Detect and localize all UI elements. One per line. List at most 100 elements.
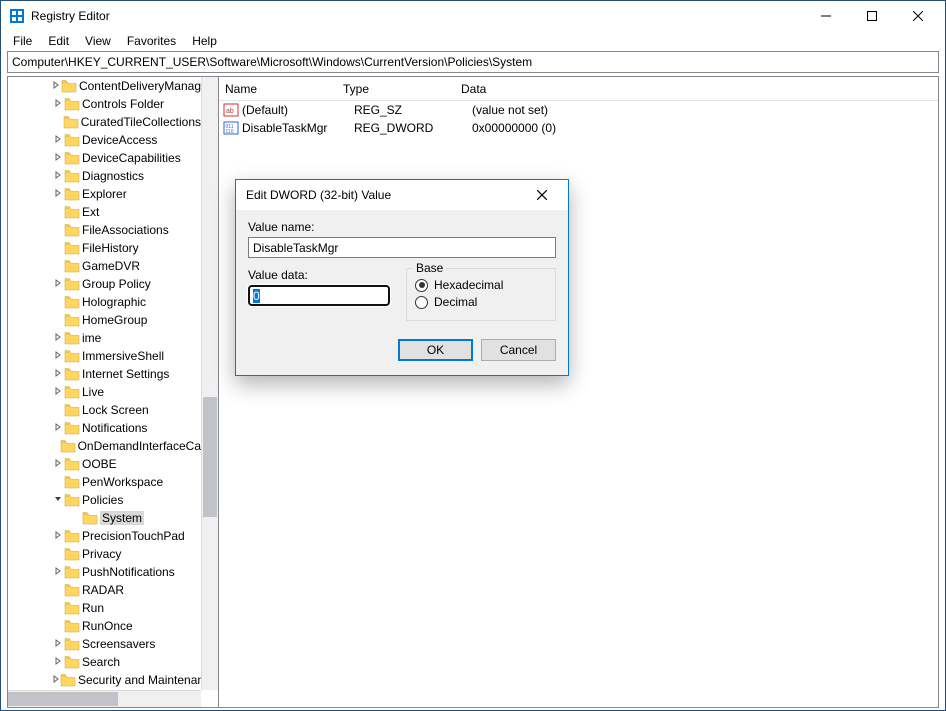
expand-icon[interactable] <box>52 369 64 380</box>
tree-item[interactable]: PrecisionTouchPad <box>8 527 201 545</box>
radio-label: Hexadecimal <box>434 278 503 292</box>
expand-icon[interactable] <box>52 423 64 434</box>
tree-item[interactable]: FileHistory <box>8 239 201 257</box>
expand-icon[interactable] <box>52 639 64 650</box>
column-name[interactable]: Name <box>219 78 337 100</box>
tree-item[interactable]: OOBE <box>8 455 201 473</box>
tree-item[interactable]: Internet Settings <box>8 365 201 383</box>
tree-item[interactable]: DeviceCapabilities <box>8 149 201 167</box>
collapse-icon[interactable] <box>52 495 64 506</box>
maximize-button[interactable] <box>849 1 895 31</box>
value-data-input[interactable] <box>248 285 390 306</box>
radio-label: Decimal <box>434 295 477 309</box>
list-row[interactable]: 011110DisableTaskMgrREG_DWORD0x00000000 … <box>219 119 938 137</box>
ok-button[interactable]: OK <box>398 339 473 361</box>
cell-name: DisableTaskMgr <box>242 121 354 135</box>
tree-item-label: System <box>100 511 144 525</box>
expand-icon[interactable] <box>52 657 64 668</box>
expand-icon[interactable] <box>52 99 64 110</box>
radio-hexadecimal[interactable]: Hexadecimal <box>415 278 547 292</box>
radio-decimal[interactable]: Decimal <box>415 295 547 309</box>
tree-item[interactable]: Ext <box>8 203 201 221</box>
tree-item[interactable]: Policies <box>8 491 201 509</box>
tree-item[interactable]: ImmersiveShell <box>8 347 201 365</box>
tree-item-label: Internet Settings <box>82 367 169 381</box>
tree-item-label: Security and Maintenan <box>78 673 201 687</box>
expand-icon[interactable] <box>52 81 61 92</box>
tree-item[interactable]: OnDemandInterfaceCa <box>8 437 201 455</box>
close-button[interactable] <box>895 1 941 31</box>
list-row[interactable]: ab(Default)REG_SZ(value not set) <box>219 101 938 119</box>
minimize-button[interactable] <box>803 1 849 31</box>
address-text: Computer\HKEY_CURRENT_USER\Software\Micr… <box>12 55 532 69</box>
tree-item[interactable]: HomeGroup <box>8 311 201 329</box>
menu-file[interactable]: File <box>7 32 38 50</box>
value-name-label: Value name: <box>248 220 556 234</box>
scrollbar-thumb[interactable] <box>203 397 217 517</box>
expand-icon[interactable] <box>52 189 64 200</box>
tree-item[interactable]: DeviceAccess <box>8 131 201 149</box>
tree-item-label: HomeGroup <box>82 313 147 327</box>
tree-item[interactable]: Security and Maintenan <box>8 671 201 689</box>
base-group: Base Hexadecimal Decimal <box>406 268 556 321</box>
tree-item-label: DeviceCapabilities <box>82 151 181 165</box>
tree-item[interactable]: CuratedTileCollections <box>8 113 201 131</box>
scrollbar-thumb[interactable] <box>8 692 118 706</box>
tree-vertical-scrollbar[interactable] <box>201 77 218 690</box>
expand-icon[interactable] <box>52 153 64 164</box>
tree-item-label: RADAR <box>82 583 124 597</box>
tree-item-label: Privacy <box>82 547 121 561</box>
tree-item[interactable]: PenWorkspace <box>8 473 201 491</box>
tree-item[interactable]: ContentDeliveryManag <box>8 77 201 95</box>
tree-item[interactable]: Diagnostics <box>8 167 201 185</box>
expand-icon[interactable] <box>52 351 64 362</box>
tree-item[interactable]: RunOnce <box>8 617 201 635</box>
column-data[interactable]: Data <box>455 78 938 100</box>
base-legend: Base <box>413 261 446 275</box>
tree-item[interactable]: Controls Folder <box>8 95 201 113</box>
tree-item[interactable]: Live <box>8 383 201 401</box>
tree-item[interactable]: RADAR <box>8 581 201 599</box>
cancel-button[interactable]: Cancel <box>481 339 556 361</box>
expand-icon[interactable] <box>52 675 60 686</box>
tree-item[interactable]: Lock Screen <box>8 401 201 419</box>
expand-icon[interactable] <box>52 459 64 470</box>
tree-item[interactable]: Explorer <box>8 185 201 203</box>
tree-item-label: ContentDeliveryManag <box>79 79 201 93</box>
tree-item-label: OOBE <box>82 457 117 471</box>
tree-pane: ContentDeliveryManag Controls FolderCurat… <box>7 76 219 708</box>
tree-item[interactable]: GameDVR <box>8 257 201 275</box>
column-type[interactable]: Type <box>337 78 455 100</box>
address-bar[interactable]: Computer\HKEY_CURRENT_USER\Software\Micr… <box>7 51 939 73</box>
tree-item-label: PushNotifications <box>82 565 175 579</box>
expand-icon[interactable] <box>52 387 64 398</box>
tree-item[interactable]: Search <box>8 653 201 671</box>
tree-item[interactable]: Group Policy <box>8 275 201 293</box>
tree-item[interactable]: System <box>8 509 201 527</box>
expand-icon[interactable] <box>52 567 64 578</box>
tree-item[interactable]: FileAssociations <box>8 221 201 239</box>
expand-icon[interactable] <box>52 135 64 146</box>
expand-icon[interactable] <box>52 279 64 290</box>
tree-item[interactable]: Notifications <box>8 419 201 437</box>
dialog-close-button[interactable] <box>526 180 558 210</box>
tree-item[interactable]: Privacy <box>8 545 201 563</box>
app-icon <box>9 8 25 24</box>
value-name-input[interactable] <box>248 237 556 258</box>
tree-item[interactable]: PushNotifications <box>8 563 201 581</box>
menu-help[interactable]: Help <box>186 32 223 50</box>
tree-item[interactable]: Screensavers <box>8 635 201 653</box>
tree-item[interactable]: Run <box>8 599 201 617</box>
tree-item[interactable]: Holographic <box>8 293 201 311</box>
menu-favorites[interactable]: Favorites <box>121 32 182 50</box>
tree-item-label: FileHistory <box>82 241 139 255</box>
menu-edit[interactable]: Edit <box>42 32 75 50</box>
menubar: File Edit View Favorites Help <box>1 31 945 51</box>
tree-item[interactable]: ime <box>8 329 201 347</box>
expand-icon[interactable] <box>52 333 64 344</box>
menu-view[interactable]: View <box>79 32 117 50</box>
expand-icon[interactable] <box>52 171 64 182</box>
tree-horizontal-scrollbar[interactable] <box>8 690 201 707</box>
tree-item-label: PenWorkspace <box>82 475 163 489</box>
expand-icon[interactable] <box>52 531 64 542</box>
